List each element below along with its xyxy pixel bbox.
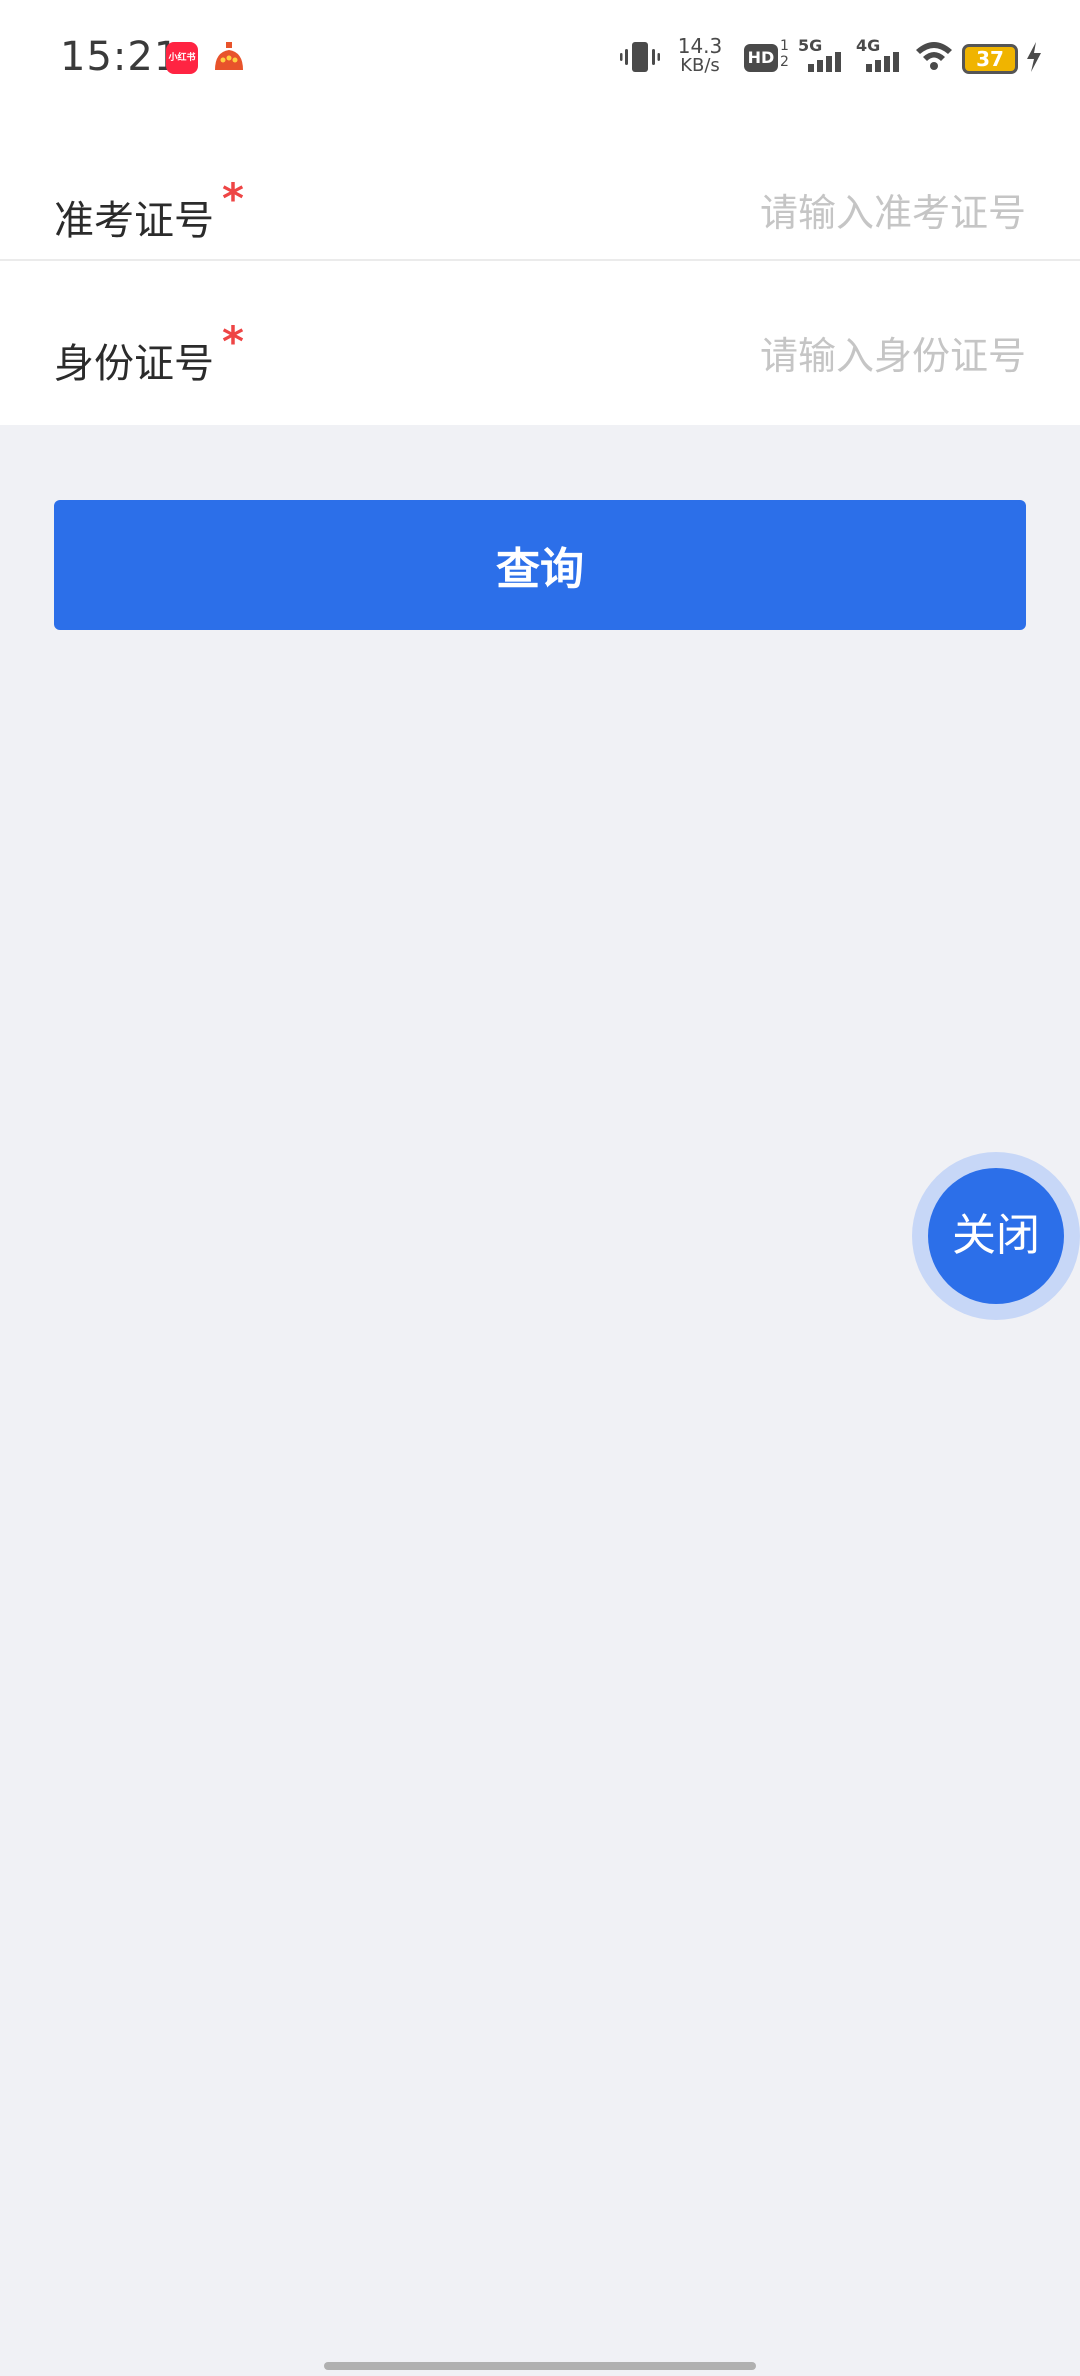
signal-4g-icon: 4G <box>856 36 906 76</box>
battery-icon: 37 <box>962 44 1018 74</box>
close-button[interactable]: 关闭 <box>928 1168 1064 1304</box>
notification-app-icon <box>212 40 246 74</box>
id-number-row[interactable]: 身份证号 * <box>0 261 1080 404</box>
exam-number-row[interactable]: 准考证号 * <box>0 118 1080 261</box>
signal-5g-icon: 5G <box>798 36 848 76</box>
exam-number-input[interactable] <box>606 178 1026 248</box>
status-bar: 15:21 小红书 14.3 KB/s HD 1 2 5G 4G 37 <box>0 0 1080 118</box>
exam-number-label: 准考证号 <box>54 198 214 244</box>
network-speed-unit: KB/s <box>680 55 720 76</box>
home-indicator[interactable] <box>324 2362 756 2370</box>
charging-icon <box>1024 40 1044 74</box>
vibrate-icon <box>620 40 660 74</box>
required-mark: * <box>222 317 244 366</box>
required-mark: * <box>222 174 244 223</box>
id-number-label: 身份证号 <box>54 341 214 387</box>
status-icons: 14.3 KB/s HD 1 2 5G 4G 37 <box>620 30 1080 90</box>
hd-voice-icon: HD <box>744 44 778 72</box>
id-number-input[interactable] <box>606 321 1026 391</box>
xiaohongshu-app-icon: 小红书 <box>166 42 198 74</box>
network-speed: 14.3 KB/s <box>670 36 730 76</box>
status-time: 15:21 <box>60 34 181 80</box>
network-speed-value: 14.3 <box>677 34 723 58</box>
query-button[interactable]: 查询 <box>54 500 1026 630</box>
query-form: 准考证号 * 身份证号 * <box>0 118 1080 425</box>
wifi-icon <box>914 38 954 72</box>
hd-sim-indicator: 1 2 <box>780 38 789 70</box>
